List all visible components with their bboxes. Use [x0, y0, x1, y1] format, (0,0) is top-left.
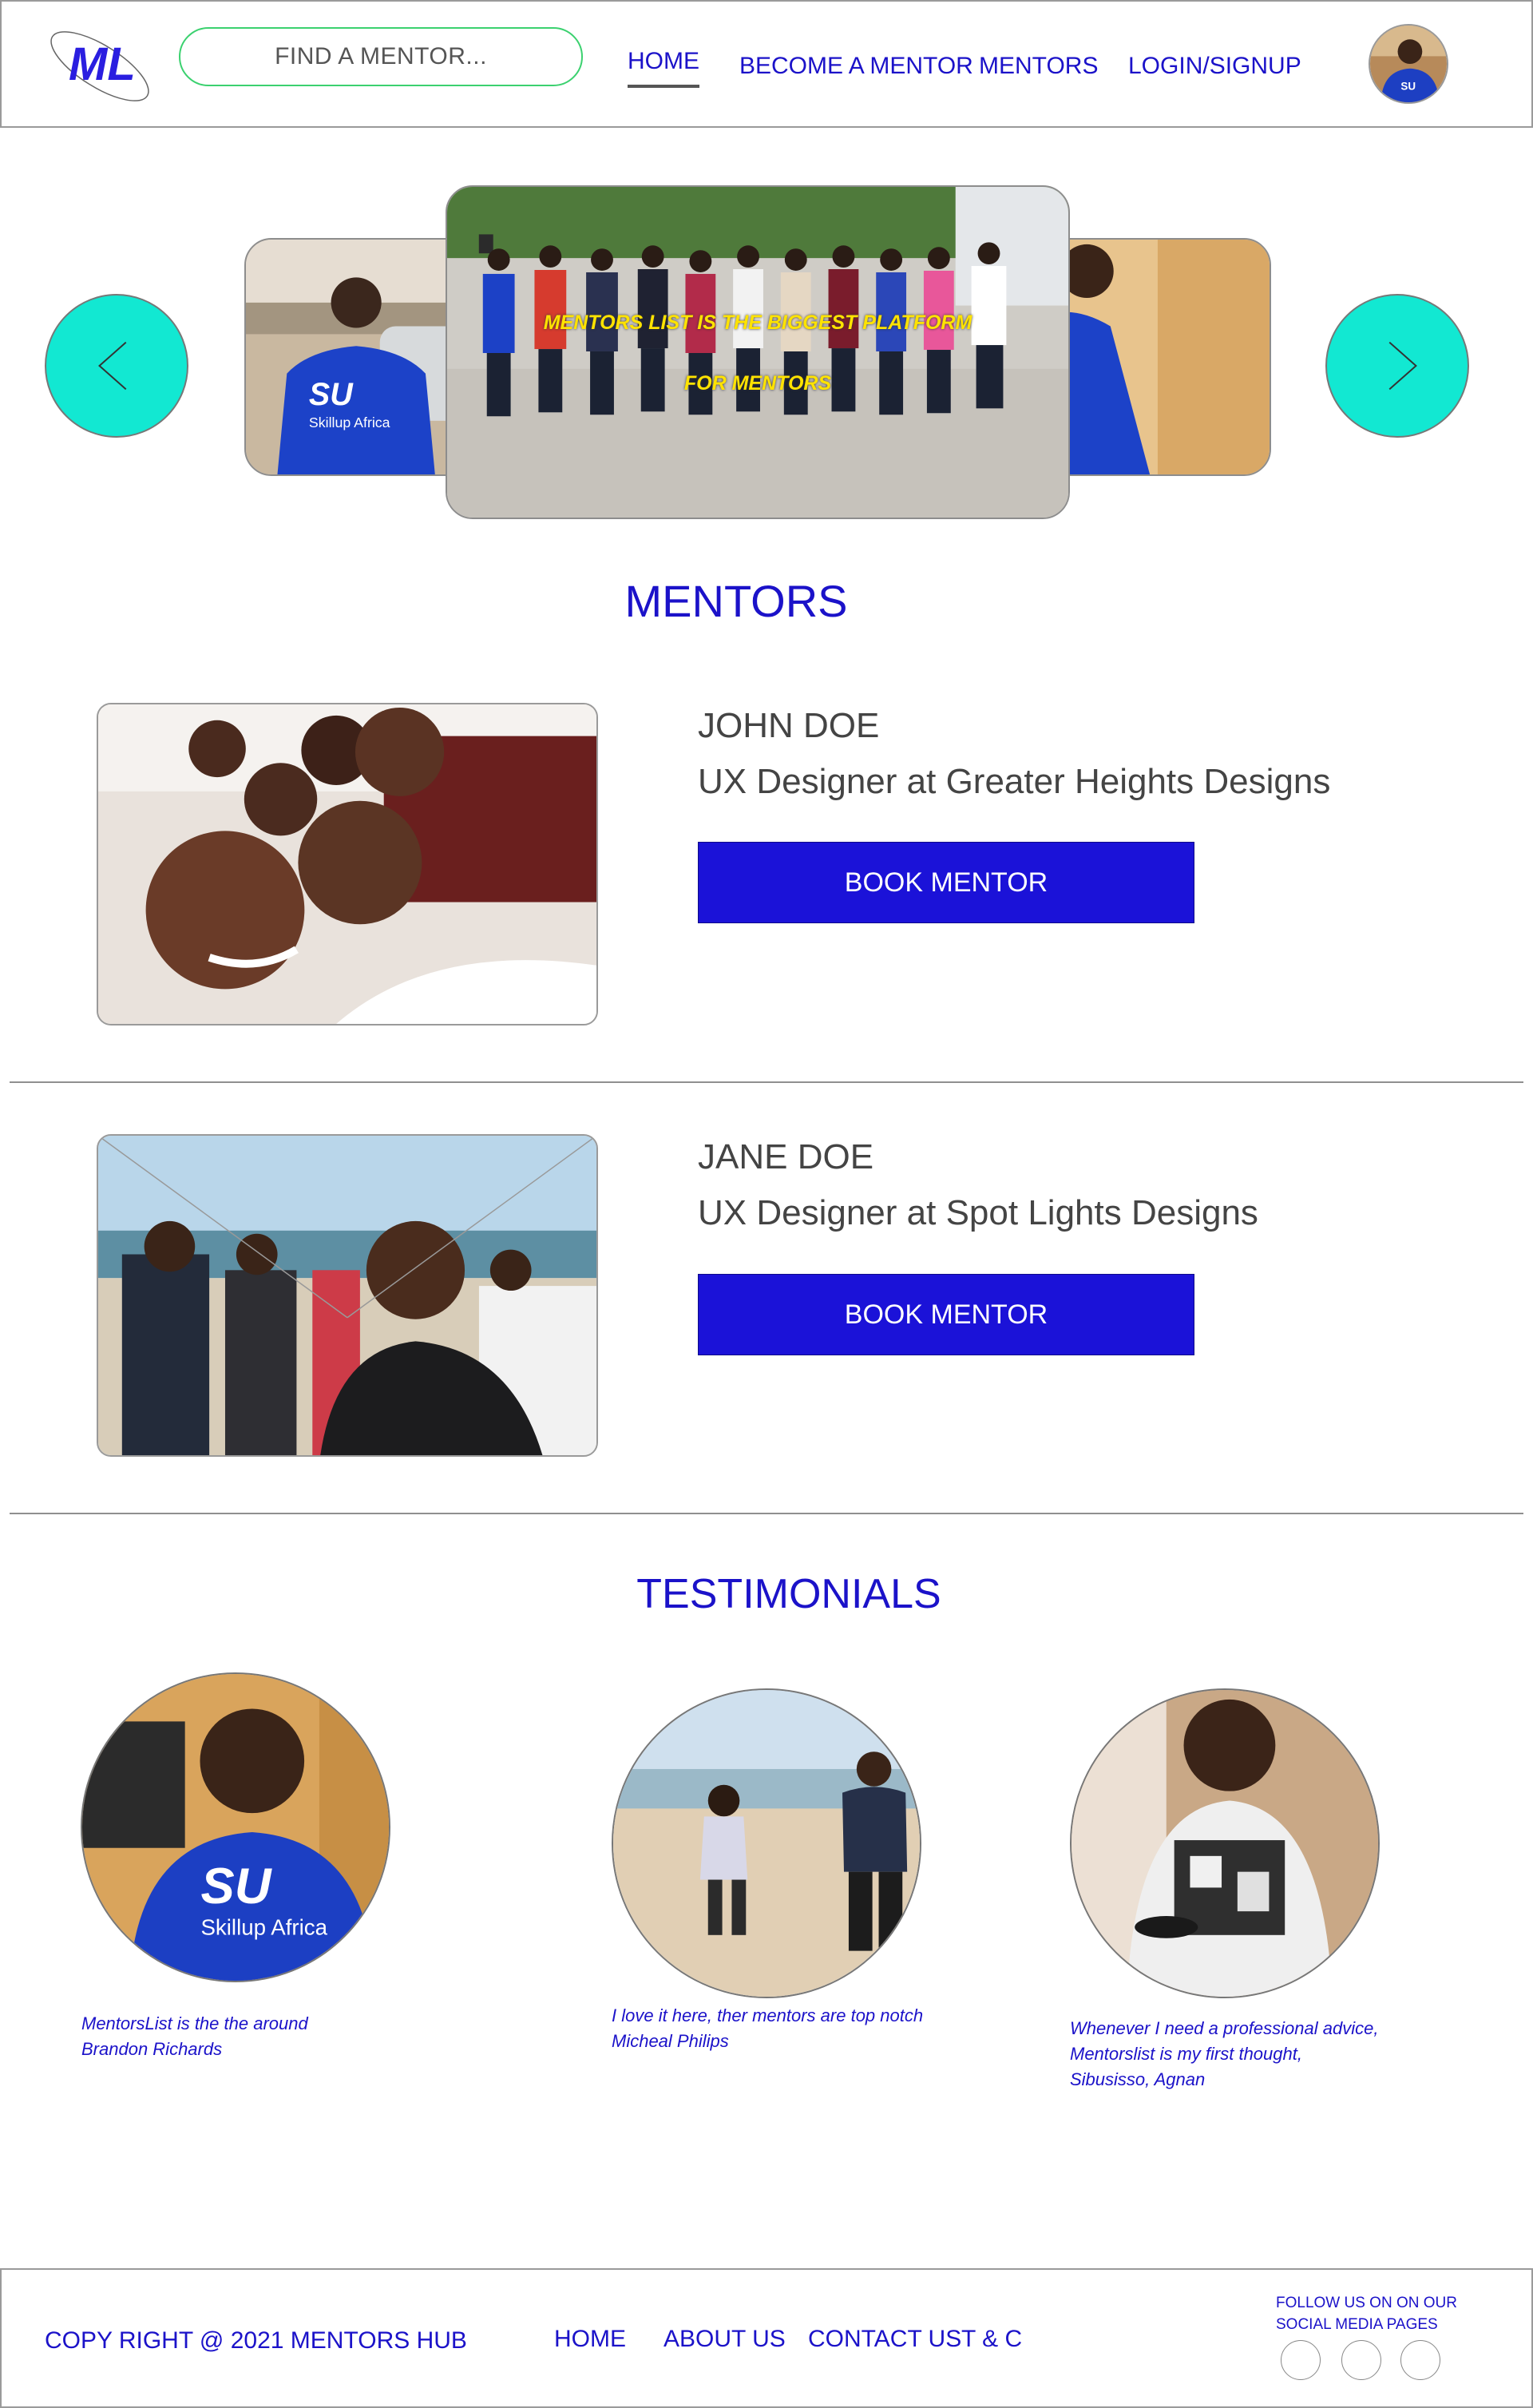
- carousel-slide-right[interactable]: [1038, 238, 1271, 476]
- user-avatar[interactable]: SU: [1369, 24, 1448, 104]
- carousel-prev-button[interactable]: [45, 294, 188, 438]
- svg-text:SU: SU: [200, 1859, 272, 1914]
- search-placeholder: FIND A MENTOR...: [275, 43, 487, 69]
- footer-link-contact[interactable]: CONTACT US: [808, 2326, 961, 2353]
- svg-text:SU: SU: [309, 377, 354, 412]
- testimonial-author: Sibusisso, Agnan: [1070, 2069, 1206, 2089]
- social-icon[interactable]: [1400, 2340, 1440, 2380]
- follow-line1: FOLLOW US ON ON OUR: [1276, 2295, 1457, 2311]
- svg-text:Skillup Africa: Skillup Africa: [309, 415, 390, 430]
- nav-home[interactable]: HOME: [628, 48, 699, 88]
- footer-follow-text: FOLLOW US ON ON OUR SOCIAL MEDIA PAGES: [1276, 2292, 1483, 2335]
- site-header: ML FIND A MENTOR... HOME BECOME A MENTOR…: [0, 0, 1533, 128]
- testimonial-text: I love it here, ther mentors are top not…: [612, 2003, 979, 2054]
- footer-link-terms[interactable]: T & C: [961, 2326, 1022, 2353]
- carousel-slide-main[interactable]: MENTORS LIST IS THE BIGGEST PLATFORM FOR…: [446, 185, 1070, 519]
- svg-text:SU: SU: [1400, 81, 1416, 93]
- book-mentor-button[interactable]: BOOK MENTOR: [698, 842, 1194, 923]
- social-icon[interactable]: [1341, 2340, 1381, 2380]
- nav-mentors[interactable]: MENTORS: [979, 53, 1098, 80]
- nav-home-label: HOME: [628, 48, 699, 74]
- site-footer: COPY RIGHT @ 2021 MENTORS HUB HOME ABOUT…: [0, 2268, 1533, 2408]
- testimonial-photo: [1070, 1688, 1380, 1998]
- mentor-name: JANE DOE: [698, 1137, 874, 1176]
- nav-active-underline: [628, 85, 699, 88]
- testimonial-quote: MentorsList is the the around: [81, 2013, 308, 2033]
- social-icon[interactable]: [1281, 2340, 1321, 2380]
- divider: [10, 1081, 1523, 1083]
- chevron-left-icon: [98, 341, 127, 391]
- testimonial-quote: Whenever I need a professional advice,: [1070, 2018, 1379, 2038]
- testimonial-quote: I love it here, ther mentors are top not…: [612, 2005, 924, 2025]
- nav-login-signup[interactable]: LOGIN/SIGNUP: [1128, 53, 1301, 80]
- mentor-role: UX Designer at Greater Heights Designs: [698, 762, 1331, 801]
- mentor-photo: [97, 1134, 598, 1457]
- testimonial-author: Micheal Philips: [612, 2031, 729, 2051]
- testimonial-photo: [612, 1688, 921, 1998]
- testimonial-photo: SU Skillup Africa: [81, 1672, 390, 1982]
- footer-link-about[interactable]: ABOUT US: [664, 2326, 786, 2353]
- testimonials-section-title: TESTIMONIALS: [636, 1571, 941, 1617]
- mentor-name: JOHN DOE: [698, 706, 880, 745]
- divider: [10, 1513, 1523, 1514]
- logo-text: ML: [69, 38, 136, 90]
- book-mentor-button[interactable]: BOOK MENTOR: [698, 1274, 1194, 1355]
- mentor-role: UX Designer at Spot Lights Designs: [698, 1193, 1258, 1232]
- footer-copyright: COPY RIGHT @ 2021 MENTORS HUB: [45, 2327, 467, 2354]
- search-input[interactable]: FIND A MENTOR...: [179, 27, 583, 86]
- carousel-caption-line1: MENTORS LIST IS THE BIGGEST PLATFORM: [543, 311, 972, 334]
- testimonial-author: Brandon Richards: [81, 2039, 223, 2059]
- chevron-right-icon: [1388, 341, 1417, 391]
- carousel-caption-line2: FOR MENTORS: [683, 372, 832, 395]
- carousel-next-button[interactable]: [1325, 294, 1469, 438]
- nav-become-mentor[interactable]: BECOME A MENTOR: [739, 53, 973, 80]
- testimonial-text: MentorsList is the the around Brandon Ri…: [81, 2011, 401, 2062]
- follow-line2: SOCIAL MEDIA PAGES: [1276, 2316, 1438, 2333]
- mentors-section-title: MENTORS: [624, 576, 848, 626]
- footer-link-home[interactable]: HOME: [554, 2326, 626, 2353]
- mentor-photo: [97, 703, 598, 1025]
- testimonial-quote-line2: Mentorslist is my first thought,: [1070, 2044, 1302, 2064]
- testimonial-text: Whenever I need a professional advice, M…: [1070, 2016, 1437, 2093]
- site-logo[interactable]: ML: [43, 22, 156, 110]
- svg-text:Skillup Africa: Skillup Africa: [200, 1915, 327, 1940]
